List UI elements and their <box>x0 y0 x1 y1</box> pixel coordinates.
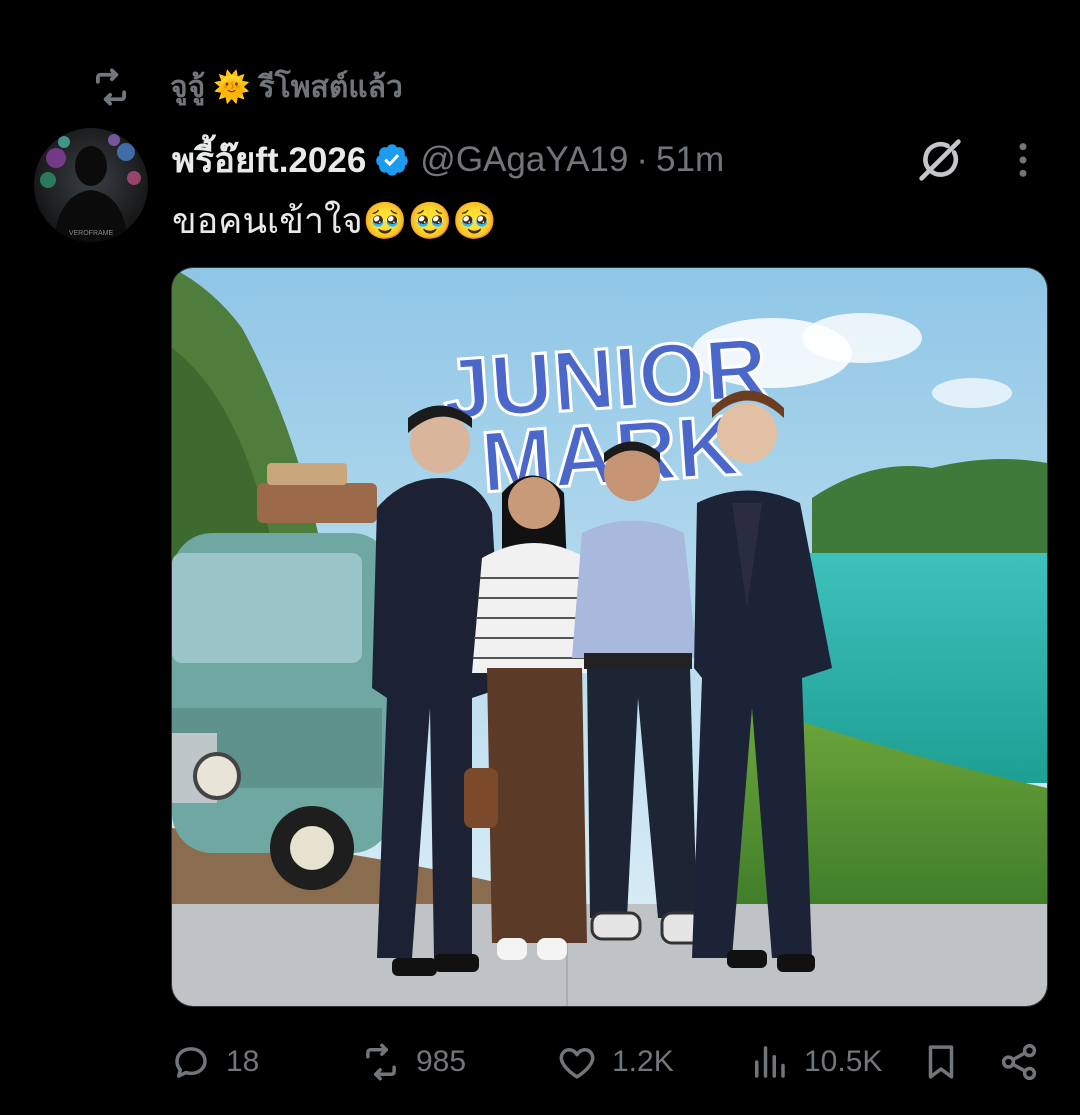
display-name[interactable]: พรี้อ๊ยft.2026 <box>172 133 366 188</box>
grok-icon[interactable] <box>914 134 966 186</box>
repost-count: 985 <box>416 1045 467 1078</box>
like-count: 1.2K <box>612 1045 674 1078</box>
verified-badge-icon[interactable] <box>374 142 410 178</box>
separator-dot: · <box>636 140 649 179</box>
share-icon <box>1001 1043 1037 1081</box>
like-icon <box>559 1048 595 1079</box>
avatar[interactable]: VEROFRAME <box>34 128 148 242</box>
sun-emoji: 🌞 <box>213 70 251 104</box>
bookmark-icon <box>928 1045 954 1079</box>
svg-text:VEROFRAME: VEROFRAME <box>69 230 114 237</box>
repost-icon <box>95 68 127 106</box>
views-button[interactable]: 10.5K <box>748 1032 882 1092</box>
bookmark-button[interactable] <box>920 1032 976 1092</box>
views-icon <box>755 1046 785 1078</box>
repost-context[interactable]: จูจู้ 🌞 รีโพสต์แล้ว <box>90 64 403 110</box>
handle[interactable]: @GAgaYA19 <box>420 140 628 180</box>
share-button[interactable] <box>998 1032 1054 1092</box>
action-bar: 18 985 1.2K 10.5K <box>0 1032 1080 1092</box>
reply-icon <box>175 1047 207 1078</box>
views-count: 10.5K <box>804 1045 883 1078</box>
repost-label: รีโพสต์แล้ว <box>258 70 403 104</box>
reply-button[interactable]: 18 <box>170 1032 259 1092</box>
like-button[interactable]: 1.2K <box>556 1032 674 1092</box>
reposter-name[interactable]: จูจู้ <box>170 64 205 111</box>
repost-icon <box>366 1043 396 1081</box>
timestamp[interactable]: 51m <box>656 140 724 180</box>
reply-count: 18 <box>226 1045 260 1078</box>
tweet-photo[interactable]: JUNIOR MARK <box>171 267 1048 1007</box>
more-vertical-icon[interactable] <box>1004 140 1042 180</box>
repost-button[interactable]: 985 <box>360 1032 466 1092</box>
tweet-text: ขอคนเข้าใจ🥹🥹🥹 <box>172 200 498 241</box>
tweet-header: พรี้อ๊ยft.2026 @GAgaYA19 · 51m <box>172 134 724 186</box>
